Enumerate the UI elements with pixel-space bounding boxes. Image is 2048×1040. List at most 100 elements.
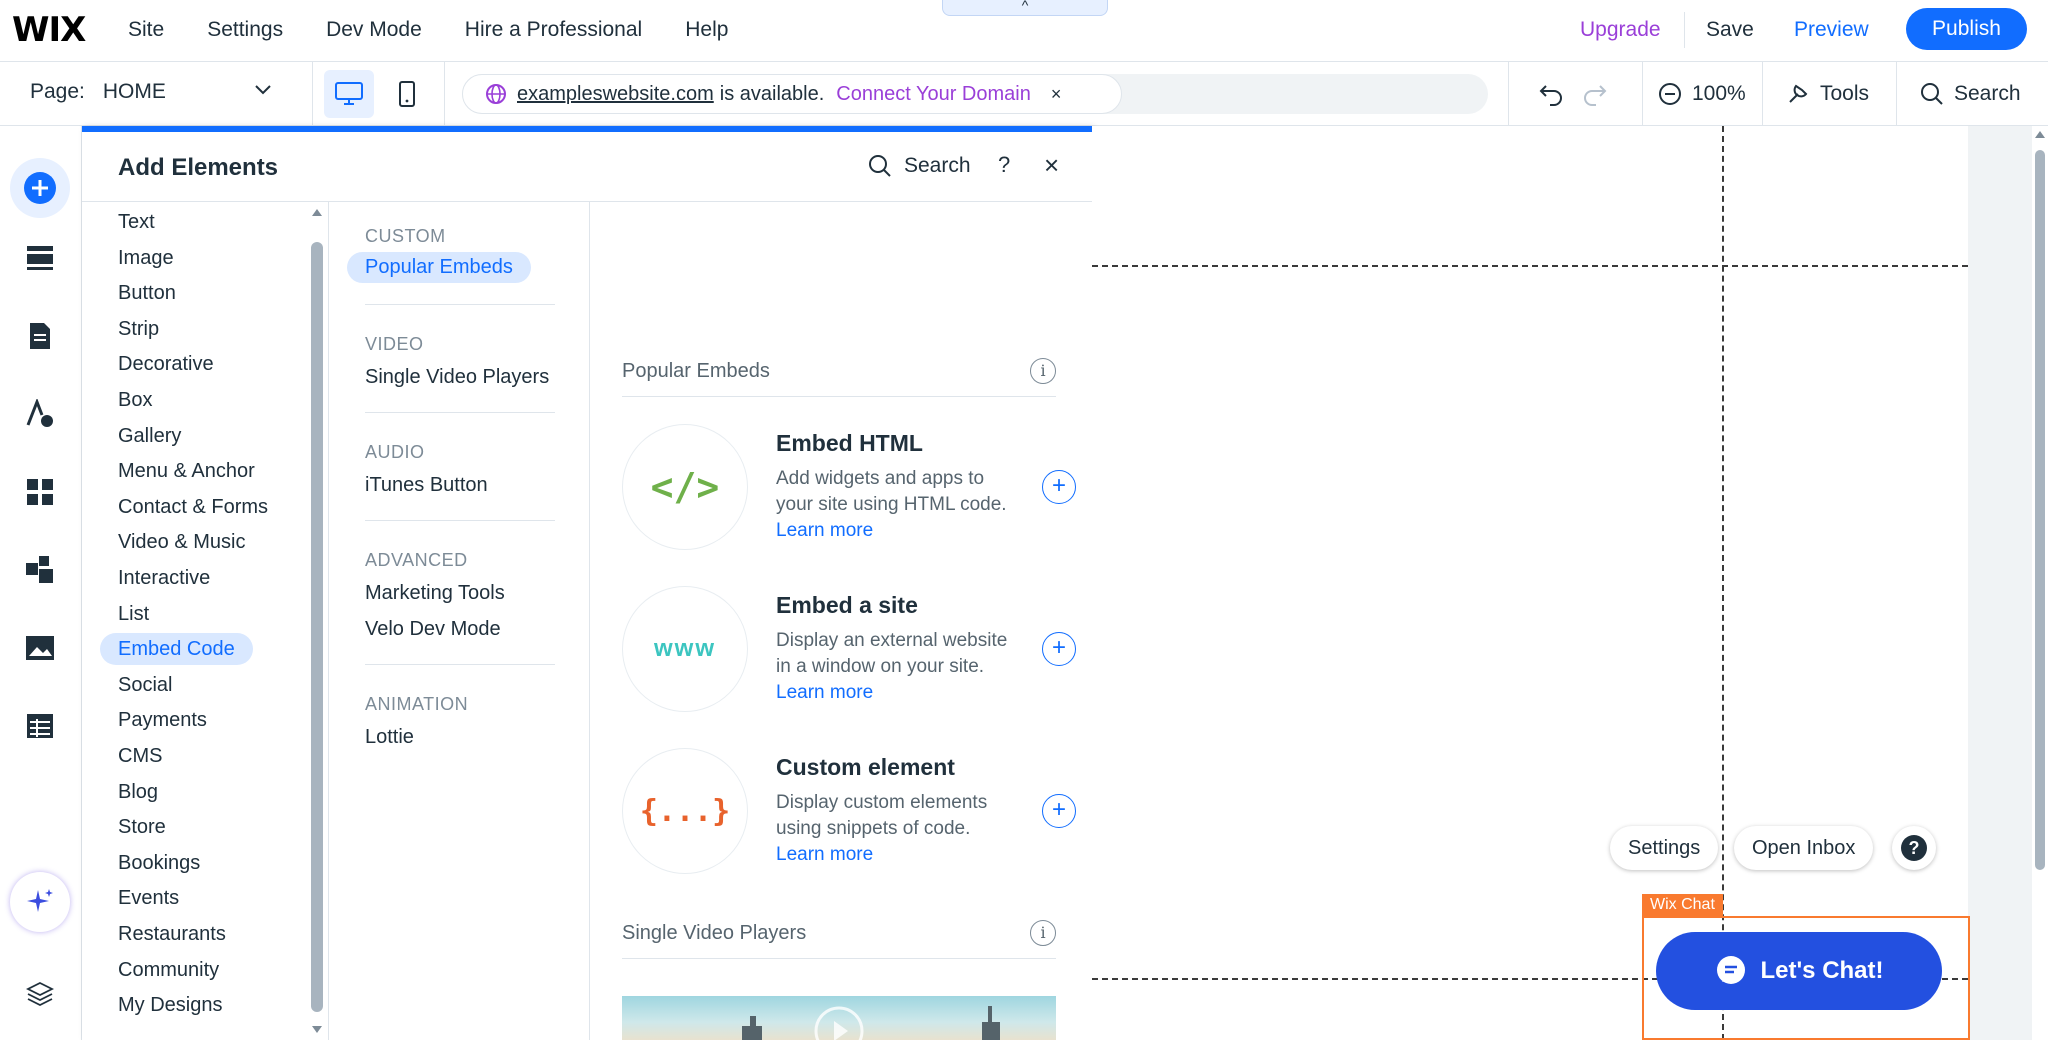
info-icon[interactable]: i (1030, 920, 1056, 946)
custom-element-card[interactable]: {...} Custom element Display custom elem… (622, 748, 1076, 878)
help-icon[interactable]: ? (1892, 826, 1936, 870)
chevron-down-icon[interactable] (254, 80, 272, 101)
subcategory-list: CUSTOM Popular Embeds VIDEO Single Video… (328, 202, 590, 1040)
subcategory-single-video[interactable]: Single Video Players (365, 366, 549, 389)
subcategory-velo[interactable]: Velo Dev Mode (365, 618, 501, 641)
category-item[interactable]: Social (118, 669, 172, 701)
layers-button[interactable] (18, 972, 62, 1016)
redo-button[interactable] (1582, 62, 1608, 126)
undo-icon (1539, 85, 1562, 106)
card-description: Display custom elements using snippets o… (776, 790, 1016, 868)
category-item[interactable]: Restaurants (118, 918, 226, 950)
editor-canvas[interactable] (1092, 126, 2048, 1040)
add-elements-button[interactable] (10, 158, 70, 218)
tools-button[interactable]: Tools (1786, 62, 1869, 126)
add-button[interactable]: + (1042, 632, 1076, 666)
divider (1896, 62, 1897, 126)
category-item[interactable]: Payments (118, 704, 207, 736)
page-icon (30, 323, 50, 349)
domain-name[interactable]: exampleswebsite.com (517, 83, 714, 106)
cms-button[interactable] (18, 704, 62, 748)
category-item[interactable]: Menu & Anchor (118, 455, 255, 487)
canvas-scroll-thumb[interactable] (2035, 150, 2045, 870)
close-icon[interactable]: × (1044, 150, 1059, 181)
learn-more-link[interactable]: Learn more (776, 520, 873, 541)
canvas-gutter (1968, 126, 2032, 1040)
info-icon[interactable]: i (1030, 358, 1056, 384)
category-item[interactable]: Contact & Forms (118, 491, 268, 523)
embed-site-card[interactable]: www Embed a site Display an external web… (622, 586, 1076, 716)
panel-search-button[interactable]: Search (868, 154, 971, 178)
section-heading: VIDEO (365, 334, 424, 354)
category-item[interactable]: Blog (118, 776, 158, 808)
chat-settings-button[interactable]: Settings (1610, 826, 1719, 870)
category-item[interactable]: Interactive (118, 562, 210, 594)
lets-chat-label: Let's Chat! (1760, 957, 1884, 984)
menu-site[interactable]: Site (128, 18, 164, 42)
category-item[interactable]: Decorative (118, 348, 214, 380)
design-button[interactable] (18, 392, 62, 436)
subcategory-lottie[interactable]: Lottie (365, 726, 414, 749)
menu-help[interactable]: Help (685, 18, 728, 42)
subcategory-marketing-tools[interactable]: Marketing Tools (365, 582, 505, 605)
apps-button[interactable] (18, 470, 62, 514)
chat-bubble-icon (1717, 956, 1746, 984)
undo-button[interactable] (1538, 62, 1564, 126)
add-button[interactable]: + (1042, 470, 1076, 504)
preview-button[interactable]: Preview (1794, 0, 1869, 60)
learn-more-link[interactable]: Learn more (776, 844, 873, 865)
category-item[interactable]: Store (118, 811, 166, 843)
category-item[interactable]: Box (118, 384, 152, 416)
subcategory-popular-embeds[interactable]: Popular Embeds (347, 252, 531, 283)
desktop-view-button[interactable] (324, 70, 374, 118)
mobile-view-button[interactable] (382, 70, 432, 118)
media-button[interactable] (18, 626, 62, 670)
embed-html-card[interactable]: </> Embed HTML Add widgets and apps to y… (622, 424, 1076, 554)
search-button[interactable]: Search (1920, 62, 2021, 126)
menu-settings[interactable]: Settings (207, 18, 283, 42)
collapse-handle[interactable]: ^ (942, 0, 1108, 16)
section-heading: AUDIO (365, 442, 425, 462)
subcategory-itunes[interactable]: iTunes Button (365, 474, 488, 497)
help-icon[interactable]: ? (998, 152, 1010, 178)
connect-domain-link[interactable]: Connect Your Domain (836, 83, 1031, 106)
pages-button[interactable] (18, 314, 62, 358)
wix-logo[interactable]: WIX (12, 10, 86, 50)
open-inbox-button[interactable]: Open Inbox (1734, 826, 1874, 870)
divider (365, 304, 555, 305)
save-button[interactable]: Save (1706, 0, 1754, 60)
category-item[interactable]: Gallery (118, 420, 181, 452)
category-item[interactable]: Bookings (118, 847, 200, 879)
card-title: Embed a site (776, 592, 918, 618)
card-description: Display an external website in a window … (776, 628, 1016, 706)
video-player-thumbnail[interactable] (622, 996, 1056, 1040)
menu-dev-mode[interactable]: Dev Mode (326, 18, 422, 42)
learn-more-link[interactable]: Learn more (776, 682, 873, 703)
page-selector[interactable]: Page: HOME (30, 80, 166, 104)
category-item[interactable]: My Designs (118, 989, 222, 1021)
category-item[interactable]: List (118, 598, 149, 630)
ai-assistant-button[interactable] (10, 872, 70, 932)
zoom-level: 100% (1692, 82, 1746, 105)
category-item-selected[interactable]: Embed Code (100, 633, 253, 665)
category-item[interactable]: Strip (118, 313, 159, 345)
category-item[interactable]: Button (118, 277, 176, 309)
category-item[interactable]: CMS (118, 740, 162, 772)
left-rail (0, 126, 82, 1040)
lets-chat-button[interactable]: Let's Chat! (1656, 932, 1942, 1010)
category-item[interactable]: Text (118, 206, 155, 238)
category-item[interactable]: Image (118, 242, 174, 274)
menu-hire-professional[interactable]: Hire a Professional (465, 18, 642, 42)
category-item[interactable]: Community (118, 954, 219, 986)
add-button[interactable]: + (1042, 794, 1076, 828)
section-heading: ADVANCED (365, 550, 468, 570)
sections-button[interactable] (18, 236, 62, 280)
close-icon[interactable]: × (1051, 84, 1062, 105)
category-item[interactable]: Video & Music (118, 526, 245, 558)
business-button[interactable] (18, 548, 62, 592)
upgrade-link[interactable]: Upgrade (1580, 0, 1661, 60)
publish-button[interactable]: Publish (1906, 8, 2027, 50)
category-item[interactable]: Events (118, 882, 179, 914)
category-scroll-thumb[interactable] (311, 242, 323, 1012)
zoom-button[interactable]: 100% (1658, 62, 1746, 126)
